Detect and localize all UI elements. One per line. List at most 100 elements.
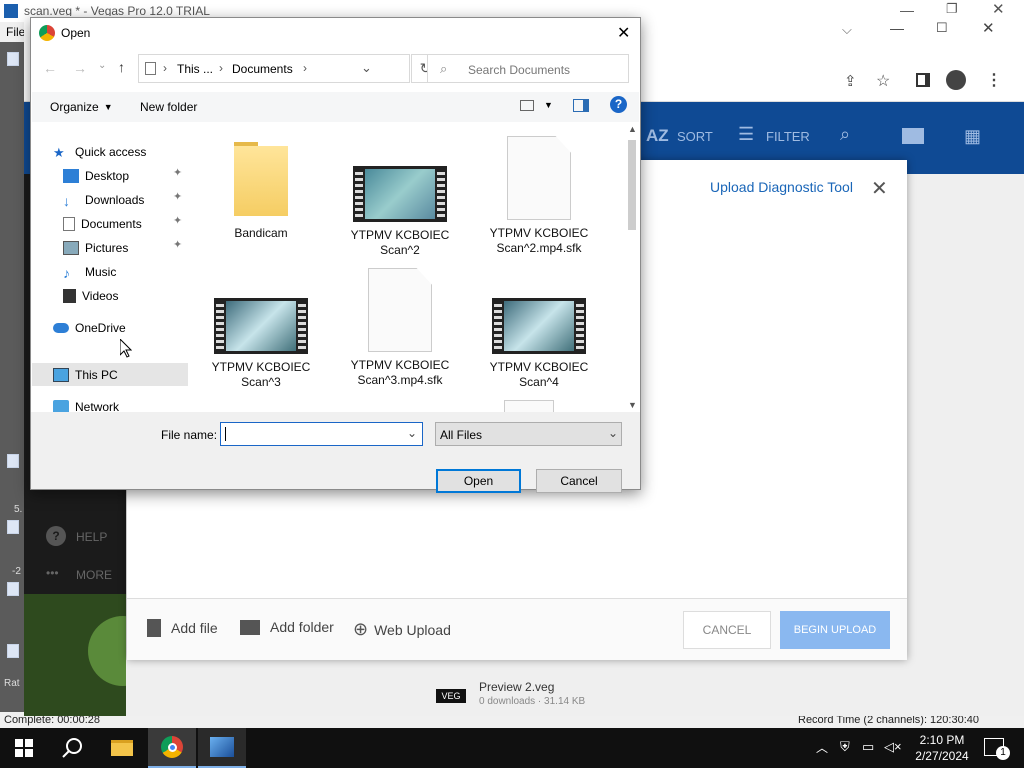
- vegas-tool-button[interactable]: [7, 52, 19, 66]
- address-bar[interactable]: › This ... › Documents › ⌄: [138, 54, 410, 83]
- sort-label[interactable]: SORT: [677, 129, 713, 144]
- scroll-up-icon[interactable]: ▲: [628, 124, 637, 134]
- breadcrumb-this-pc[interactable]: This ...: [177, 62, 213, 76]
- open-button[interactable]: Open: [436, 469, 521, 493]
- add-file-button[interactable]: Add file: [147, 619, 218, 637]
- search-icon[interactable]: ⌕: [840, 124, 850, 145]
- help-icon[interactable]: ?: [610, 96, 627, 113]
- documents-location-icon: [145, 62, 156, 75]
- vegas-menu-file[interactable]: File: [0, 22, 25, 42]
- file-item-scan2-sfk[interactable]: YTPMV KCBOIEC Scan^2.mp4.sfk: [479, 136, 599, 256]
- add-folder-button[interactable]: Add folder: [240, 619, 334, 635]
- vegas-track-button[interactable]: [7, 454, 19, 468]
- sort-az-icon[interactable]: AZ: [646, 126, 669, 146]
- view-caret-icon[interactable]: ▼: [544, 100, 553, 110]
- nav-downloads[interactable]: ↓ Downloads: [63, 189, 213, 211]
- address-dropdown-icon[interactable]: ⌄: [361, 60, 372, 76]
- profile-avatar-icon[interactable]: [946, 70, 966, 90]
- pictures-icon: [63, 241, 79, 255]
- file-title[interactable]: Preview 2.veg: [479, 680, 554, 694]
- forward-arrow-icon[interactable]: →: [73, 60, 87, 76]
- nav-videos[interactable]: Videos: [63, 285, 213, 307]
- organize-menu[interactable]: Organize ▼: [50, 100, 113, 114]
- change-view-icon[interactable]: [520, 100, 534, 111]
- search-icon: [62, 738, 82, 758]
- nav-quick-access[interactable]: ★ Quick access: [53, 141, 203, 163]
- nav-documents[interactable]: Documents: [63, 213, 213, 235]
- file-name-input[interactable]: ⌄: [220, 422, 423, 446]
- vegas-track-button[interactable]: [7, 582, 19, 596]
- vegas-track-button[interactable]: [7, 520, 19, 534]
- nav-music[interactable]: ♪ Music: [63, 261, 213, 283]
- back-arrow-icon[interactable]: ←: [43, 60, 57, 76]
- nav-this-pc[interactable]: This PC: [53, 364, 203, 386]
- dialog-close-icon[interactable]: ✕: [617, 23, 630, 43]
- file-name: Scan^3.mp4.sfk: [357, 373, 443, 387]
- preview-pane-icon[interactable]: [573, 99, 589, 112]
- grid-view-icon[interactable]: ▦: [964, 126, 981, 147]
- share-icon[interactable]: ⇪: [844, 72, 857, 90]
- begin-upload-button[interactable]: BEGIN UPLOAD: [780, 611, 890, 649]
- vegas-taskbar-button[interactable]: [198, 728, 246, 768]
- up-arrow-icon[interactable]: ↑: [118, 59, 125, 75]
- web-upload-button[interactable]: ⊕ Web Upload: [353, 619, 451, 640]
- file-item-scan3[interactable]: YTPMV KCBOIEC Scan^3: [201, 298, 321, 390]
- nav-desktop[interactable]: Desktop: [63, 165, 213, 187]
- breadcrumb-separator-icon: ›: [303, 61, 307, 75]
- vegas-restore-icon[interactable]: ❐: [946, 1, 958, 17]
- breadcrumb-documents[interactable]: Documents: [232, 62, 293, 76]
- chrome-taskbar-button[interactable]: [148, 728, 196, 768]
- more-label[interactable]: MORE: [76, 568, 112, 582]
- file-type-select[interactable]: All Files ⌄: [435, 422, 622, 446]
- file-name: Scan^2: [380, 243, 420, 257]
- cloud-icon: [53, 323, 69, 333]
- vegas-side-label: 5.: [14, 504, 23, 515]
- search-field[interactable]: ⌕ Search Documents: [427, 54, 629, 83]
- desktop-icon: [63, 169, 79, 183]
- help-label[interactable]: HELP: [76, 530, 107, 544]
- nav-pictures[interactable]: Pictures: [63, 237, 213, 259]
- recent-chevron-icon[interactable]: ⌄: [98, 60, 106, 71]
- file-name-dropdown-icon[interactable]: ⌄: [407, 426, 417, 440]
- volume-muted-icon[interactable]: ◁×: [884, 739, 902, 755]
- help-icon[interactable]: ?: [46, 526, 66, 546]
- upload-close-icon[interactable]: ✕: [871, 176, 888, 201]
- side-panel-icon[interactable]: [916, 73, 930, 87]
- search-taskbar-button[interactable]: [48, 728, 96, 768]
- file-name: YTPMV KCBOIEC: [211, 360, 311, 374]
- bookmark-star-icon[interactable]: ☆: [876, 71, 890, 91]
- file-grid-scrollbar[interactable]: ▲ ▼: [625, 122, 639, 412]
- file-item-scan3-sfk[interactable]: YTPMV KCBOIEC Scan^3.mp4.sfk: [340, 268, 460, 388]
- scroll-thumb[interactable]: [628, 140, 636, 230]
- chrome-minimize-icon[interactable]: —: [890, 20, 904, 36]
- filter-icon[interactable]: ☰: [738, 124, 754, 145]
- chrome-maximize-icon[interactable]: ☐: [936, 20, 948, 36]
- chrome-close-icon[interactable]: ✕: [982, 19, 995, 37]
- chrome-tab-search-icon[interactable]: ⌵: [842, 22, 852, 38]
- file-item-bandicam[interactable]: Bandicam: [201, 136, 321, 241]
- scroll-down-icon[interactable]: ▼: [628, 400, 637, 410]
- new-folder-button[interactable]: New folder: [140, 100, 197, 114]
- veg-file-icon: VEG: [436, 689, 466, 703]
- more-dots-icon[interactable]: •••: [46, 566, 59, 580]
- filter-label[interactable]: FILTER: [766, 129, 810, 144]
- navigation-pane: ★ Quick access Desktop ↓ Downloads Docum…: [31, 122, 203, 414]
- vegas-track-button[interactable]: [7, 644, 19, 658]
- generic-file-icon[interactable]: [504, 400, 554, 412]
- add-folder-icon[interactable]: [902, 128, 924, 144]
- tray-chevron-icon[interactable]: ︿: [816, 739, 828, 756]
- chrome-menu-icon[interactable]: ⋮: [986, 70, 1002, 90]
- upload-cancel-button[interactable]: CANCEL: [683, 611, 771, 649]
- network-tray-icon[interactable]: ▭: [862, 739, 874, 755]
- file-item-scan4[interactable]: YTPMV KCBOIEC Scan^4: [479, 298, 599, 390]
- mouse-cursor-icon: [120, 339, 132, 358]
- cancel-button[interactable]: Cancel: [536, 469, 622, 493]
- nav-onedrive[interactable]: OneDrive: [53, 317, 203, 339]
- start-button[interactable]: [0, 728, 48, 768]
- file-item-scan2[interactable]: YTPMV KCBOIEC Scan^2: [340, 166, 460, 258]
- file-explorer-button[interactable]: [98, 728, 146, 768]
- security-icon[interactable]: ⛨: [840, 739, 850, 755]
- search-icon: ⌕: [440, 61, 448, 76]
- clock[interactable]: 2:10 PM 2/27/2024: [914, 732, 970, 764]
- video-thumbnail-icon: [492, 298, 586, 354]
